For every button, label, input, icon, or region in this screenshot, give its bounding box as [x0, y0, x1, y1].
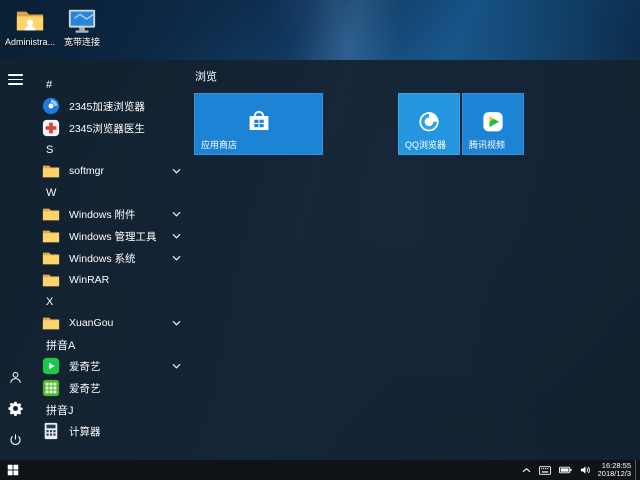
app-item-2345-speed-browser[interactable]: 2345加速浏览器 [34, 95, 190, 117]
start-button[interactable] [0, 460, 26, 480]
iqiyi-play-icon [42, 357, 60, 375]
user-account-button[interactable] [4, 366, 26, 388]
folder-icon [42, 249, 60, 267]
app-item-label: 2345浏览器医生 [69, 122, 145, 135]
section-letter: # [46, 78, 53, 91]
app-item-2345-browser-doctor[interactable]: 2345浏览器医生 [34, 117, 190, 139]
show-desktop-button[interactable] [635, 460, 640, 480]
app-section-header[interactable]: X [34, 291, 190, 312]
tile-qq-browser[interactable]: QQ浏览器 [398, 93, 460, 155]
app-section-header[interactable]: 拼音J [34, 399, 190, 420]
clock-date: 2018/12/3 [597, 469, 631, 478]
iqiyi-grid-icon [42, 379, 60, 397]
folder-icon [42, 162, 60, 180]
chevron-down-icon[interactable] [172, 233, 181, 239]
app-item-xuangou[interactable]: XuanGou [34, 312, 190, 334]
app-section-header[interactable]: 拼音A [34, 334, 190, 355]
windows-logo-icon [7, 464, 19, 476]
app-item-label: Windows 管理工具 [69, 230, 157, 243]
tile-label: QQ浏览器 [405, 140, 447, 150]
desktop-icon-label: 宽带连接 [63, 37, 100, 47]
qq-browser-icon [419, 112, 439, 132]
app-item-label: XuanGou [69, 317, 114, 329]
taskbar: 16:28:55 2018/12/3 [0, 460, 640, 480]
tile-label: 腾讯视频 [469, 140, 506, 150]
section-letter: X [46, 295, 54, 308]
gear-icon [7, 401, 23, 416]
app-item-windows-system[interactable]: Windows 系统 [34, 247, 190, 269]
app-section-header[interactable]: S [34, 139, 190, 160]
app-item-windows-admin-tools[interactable]: Windows 管理工具 [34, 225, 190, 247]
user-folder-icon [16, 11, 44, 31]
chevron-down-icon[interactable] [172, 255, 181, 261]
chevron-down-icon[interactable] [172, 211, 181, 217]
desktop-icon-broadband[interactable]: 宽带连接 [54, 6, 110, 47]
app-item-label: Windows 系统 [69, 252, 136, 265]
app-item-iqiyi-2[interactable]: 爱奇艺 [34, 377, 190, 399]
chevron-down-icon[interactable] [172, 363, 181, 369]
chevron-down-icon[interactable] [172, 320, 181, 326]
tile-label: 应用商店 [201, 140, 238, 150]
app-item-label: 2345加速浏览器 [69, 100, 145, 113]
app-item-label: 计算器 [69, 425, 101, 438]
calculator-icon [42, 422, 60, 440]
tile-tencent-video[interactable]: 腾讯视频 [462, 93, 524, 155]
section-letter: 拼音J [46, 404, 74, 417]
app-item-iqiyi[interactable]: 爱奇艺 [34, 355, 190, 377]
2345-browser-doctor-icon [42, 119, 60, 137]
start-menu-nav-rail [0, 60, 30, 460]
chevron-up-icon [522, 467, 530, 472]
start-menu: # 2345加速浏览器 2345浏览器医生 S softmgr W Window… [0, 60, 640, 460]
folder-icon [42, 205, 60, 223]
volume-icon [580, 466, 590, 474]
chevron-down-icon[interactable] [172, 168, 181, 174]
tencent-video-icon [483, 112, 503, 132]
section-letter: W [46, 186, 57, 199]
app-item-label: Windows 附件 [69, 208, 136, 221]
taskbar-clock[interactable]: 16:28:55 2018/12/3 [595, 461, 635, 479]
app-item-label: WinRAR [69, 274, 110, 286]
battery-button[interactable] [555, 460, 576, 480]
2345-speed-browser-icon [42, 97, 60, 115]
store-icon [249, 110, 268, 131]
app-item-winrar[interactable]: WinRAR [34, 269, 190, 291]
tile-group-title[interactable]: 浏览 [195, 68, 217, 84]
app-item-label: softmgr [69, 165, 105, 177]
folder-icon [42, 227, 60, 245]
app-list: # 2345加速浏览器 2345浏览器医生 S softmgr W Window… [30, 60, 190, 460]
app-item-windows-accessories[interactable]: Windows 附件 [34, 203, 190, 225]
volume-button[interactable] [576, 460, 595, 480]
settings-button[interactable] [4, 397, 26, 419]
tiles-area: 浏览 应用商店 QQ浏览器 腾讯视频 [194, 60, 640, 460]
hamburger-menu-icon[interactable] [7, 74, 23, 85]
system-tray: 16:28:55 2018/12/3 [518, 460, 640, 480]
app-section-header[interactable]: # [34, 74, 190, 95]
power-icon [9, 433, 21, 445]
user-icon [9, 371, 21, 383]
section-letter: S [46, 143, 54, 156]
touch-keyboard-icon [538, 465, 551, 475]
section-letter: 拼音A [46, 339, 76, 352]
app-section-header[interactable]: W [34, 182, 190, 203]
app-item-softmgr[interactable]: softmgr [34, 160, 190, 182]
touch-keyboard-button[interactable] [535, 460, 555, 480]
folder-icon [42, 314, 60, 332]
desktop-icon-label: Administra... [4, 37, 55, 47]
app-item-calculator[interactable]: 计算器 [34, 420, 190, 442]
power-button[interactable] [4, 428, 26, 450]
app-item-label: 爱奇艺 [69, 382, 101, 395]
app-item-label: 爱奇艺 [69, 360, 101, 373]
battery-icon [558, 466, 572, 474]
tile-app-store[interactable]: 应用商店 [194, 93, 323, 155]
broadband-connection-icon [68, 9, 96, 33]
desktop: Administra... 宽带连接 # 2345加速浏览器 2345浏览器医生… [0, 0, 640, 480]
folder-icon [42, 271, 60, 289]
hidden-icons-button[interactable] [518, 460, 535, 480]
desktop-icon-administrator[interactable]: Administra... [2, 6, 58, 47]
